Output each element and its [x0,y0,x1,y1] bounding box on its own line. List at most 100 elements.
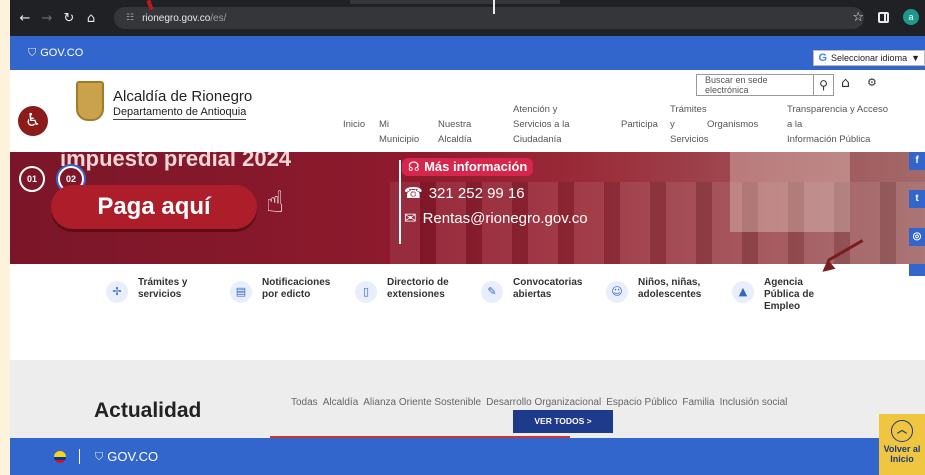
megaphone-icon: ✎ [481,281,503,303]
nav-nuestra-alcaldia[interactable]: Nuestra Alcaldía [438,117,472,147]
back-to-top-button[interactable]: ︿ Volver al Inicio [879,414,925,475]
colombia-crest-icon: ⛉ [28,46,37,59]
site-subtitle[interactable]: Departamento de Antioquia [113,106,247,120]
reload-icon[interactable]: ↻ [58,11,80,26]
footer-divider [79,449,80,464]
gov-co-text: GOV.CO [40,47,84,59]
language-selector[interactable]: G Seleccionar idioma ▼ [813,50,925,66]
home-icon[interactable]: ⌂ [80,11,102,26]
url-path: /es/ [210,12,227,24]
church-photo-backdrop [730,152,850,232]
dropdown-arrow-icon: ▼ [911,53,920,63]
see-all-button[interactable]: VER TODOS > [513,410,613,433]
back-arrow-icon[interactable]: ← [14,11,36,26]
browser-window: ← → ↻ ⌂ ☷ rionegro.gov.co/es/ ☆ a ⛉ GOV.… [10,0,925,475]
search-box[interactable]: Buscar en sede electrónica ⚲ [696,74,834,96]
site-info-icon[interactable]: ☷ [126,13,134,23]
quick-link-agencia-empleo[interactable]: ▲ Agencia Pública de Empleo [732,277,814,313]
instagram-icon[interactable]: ◎ [909,228,925,246]
news-category-filters: Todas Alcaldía Alianza Oriente Sostenibl… [291,397,787,408]
bookmark-star-icon[interactable]: ☆ [852,10,864,25]
municipal-shield-logo[interactable] [76,81,104,121]
tab-strip-fragment [350,0,560,4]
quick-link-label: Trámites y servicios [138,277,188,300]
email-address: Rentas@rionegro.gov.co [422,210,588,227]
colombia-crest-icon: ⛉ [95,449,104,463]
site-header: ♿ Alcaldía de Rionegro Departamento de A… [10,70,925,152]
settings-gear-icon[interactable]: ⚙ [867,76,877,89]
document-icon: ▤ [230,281,252,303]
quick-link-tramites[interactable]: ✢ Trámites y servicios [106,277,187,303]
page-margin [0,0,10,475]
category-filter[interactable]: Inclusión social [720,397,788,408]
nav-transparencia[interactable]: Transparencia y Acceso a la Información … [787,102,888,147]
colombia-brand-icon[interactable] [54,451,66,463]
nav-mi-municipio[interactable]: Mi Municipio [379,117,419,147]
url-host: rionegro.gov.co [142,12,211,24]
quick-link-notificaciones[interactable]: ▤ Notificaciones por edicto [230,277,330,303]
quick-link-ninos[interactable]: ☺ Niños, niñas, adolescentes [606,277,701,303]
back-to-top-label: Volver al Inicio [883,444,921,464]
quick-link-label: Niños, niñas, adolescentes [638,277,702,300]
nav-atencion-ciudadania[interactable]: Atención y Servicios a la Ciudadanía [513,102,570,147]
hero-headline: impuesto predial 2024 [60,152,292,171]
search-input[interactable]: Buscar en sede electrónica [697,75,813,95]
tab-divider [493,0,495,14]
phone-icon: ☎ [404,184,423,202]
book-icon: ▯ [355,281,377,303]
nav-inicio[interactable]: Inicio [343,117,365,132]
category-filter[interactable]: Familia [682,397,714,408]
phone-line: ☎ 321 252 99 16 [404,184,525,202]
more-info-badge[interactable]: ☊ Más información [402,158,534,176]
hero-divider [399,160,401,244]
site-title[interactable]: Alcaldía de Rionegro [113,88,252,105]
accessibility-icon[interactable]: ♿ [18,106,48,136]
category-filter[interactable]: Alianza Oriente Sostenible [363,397,481,408]
email-icon: ✉ [404,209,417,227]
side-panel-icon[interactable] [878,11,889,23]
gov-co-bar: ⛉ GOV.CO G Seleccionar idioma ▼ [10,36,925,70]
category-filter[interactable]: Espacio Público [606,397,677,408]
news-title: Actualidad [94,399,202,422]
profile-avatar[interactable]: a [903,9,919,25]
twitter-icon[interactable]: t [909,190,925,208]
home-link-icon[interactable]: ⌂ [841,75,850,91]
address-bar[interactable]: ☷ rionegro.gov.co/es/ [114,7,864,29]
quick-link-label: Agencia Pública de Empleo [764,277,815,312]
search-icon[interactable]: ⚲ [813,75,833,95]
headset-icon: ☊ [408,160,425,175]
pay-here-button[interactable]: Paga aquí [51,185,257,229]
phone-number: 321 252 99 16 [428,185,525,202]
quick-link-label: Directorio de extensiones [387,277,449,300]
quick-link-label: Convocatorias abiertas [513,277,583,300]
pointer-icon: ✢ [106,281,128,303]
gov-co-footer: ⛉ GOV.CO [10,438,925,475]
more-info-label: Más información [424,159,528,174]
news-section: Actualidad Todas Alcaldía Alianza Orient… [10,360,925,438]
quick-link-convocatorias[interactable]: ✎ Convocatorias abiertas [481,277,582,303]
nav-participa[interactable]: Participa [621,117,658,132]
email-line: ✉ Rentas@rionegro.gov.co [404,209,588,227]
nav-organismos[interactable]: Organismos [707,117,758,132]
hero-banner[interactable]: impuesto predial 2024 01 02 Paga aquí ☝ … [10,152,925,264]
category-filter[interactable]: Todas [291,397,318,408]
people-icon: ▲ [732,281,754,303]
tap-hand-icon: ☝ [266,185,285,220]
footer-gov-co-logo[interactable]: ⛉ GOV.CO [95,449,158,464]
category-filter[interactable]: Alcaldía [323,397,359,408]
language-label: Seleccionar idioma [831,53,908,63]
face-icon: ☺ [606,281,628,303]
nav-tramites-servicios[interactable]: Trámites y Servicios [670,102,709,147]
chevron-up-icon: ︿ [891,420,913,442]
youtube-icon[interactable] [909,264,925,276]
category-filter[interactable]: Desarrollo Organizacional [486,397,601,408]
gov-co-logo[interactable]: ⛉ GOV.CO [28,46,83,60]
forward-arrow-icon[interactable]: → [36,11,58,26]
slide-button-1[interactable]: 01 [19,166,45,192]
quick-link-directorio[interactable]: ▯ Directorio de extensiones [355,277,449,303]
footer-gov-co-text: GOV.CO [107,449,159,464]
quick-access-strip: ✢ Trámites y servicios ▤ Notificaciones … [10,264,925,360]
google-translate-icon: G [818,52,828,64]
quick-link-label: Notificaciones por edicto [262,277,331,300]
facebook-icon[interactable]: f [909,152,925,170]
